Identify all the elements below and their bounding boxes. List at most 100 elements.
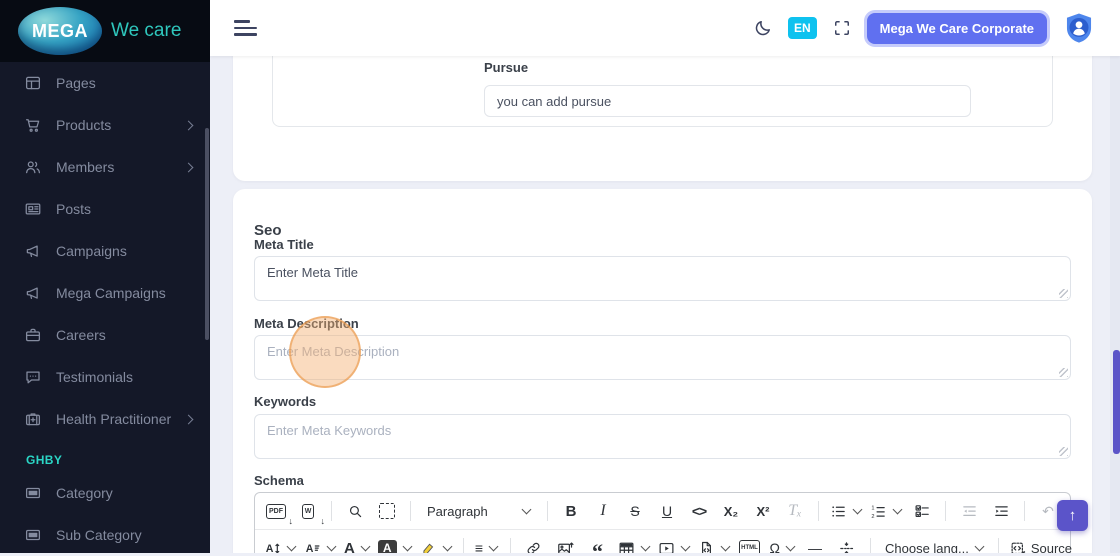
horizontal-line-button[interactable]: — <box>800 535 830 553</box>
sidebar-item-category[interactable]: Category <box>0 472 210 514</box>
select-all-button-icon <box>379 503 395 519</box>
highlight-icon <box>420 540 437 554</box>
fontfamily-icon: A <box>304 540 321 554</box>
table-icon <box>618 540 635 554</box>
bold-button[interactable]: B <box>556 498 586 524</box>
sidebar-item-label: Mega Campaigns <box>56 285 166 301</box>
sidebar-item-careers[interactable]: Careers <box>0 314 210 356</box>
chat-icon <box>24 368 42 386</box>
remove-format-button[interactable]: Tₓ <box>780 498 810 524</box>
paragraph-dropdown[interactable]: Paragraph <box>419 498 539 524</box>
block-quote-button[interactable]: “ <box>583 535 613 553</box>
underline-button[interactable]: U <box>652 498 682 524</box>
sidebar-item-testimonials[interactable]: Testimonials <box>0 356 210 398</box>
alignment-button-glyph: ≡ <box>475 541 483 553</box>
special-characters-button[interactable]: Ω <box>767 535 798 553</box>
toolbar-separator <box>410 501 411 521</box>
code-button[interactable]: <> <box>684 498 714 524</box>
alignment-button[interactable]: ≡ <box>472 535 502 553</box>
ol-icon: 12 <box>870 503 887 520</box>
chevron-down-icon <box>522 505 532 515</box>
page-scrollbar-track[interactable] <box>1110 56 1120 553</box>
meta-description-field-wrap <box>254 335 1071 380</box>
user-avatar[interactable] <box>1062 11 1096 45</box>
bulleted-list-button[interactable] <box>827 498 865 524</box>
export-pdf-button[interactable]: PDF <box>261 498 291 524</box>
menu-toggle-icon[interactable] <box>234 20 257 35</box>
html-embed-button[interactable]: HTML <box>735 535 765 553</box>
font-color-button[interactable]: A <box>341 535 373 553</box>
chevron-down-icon <box>287 542 297 552</box>
highlight-button[interactable] <box>417 535 455 553</box>
sidebar-item-label: Testimonials <box>56 369 133 385</box>
todo-icon <box>914 503 931 520</box>
news-icon <box>24 200 42 218</box>
chevron-down-icon <box>360 542 370 552</box>
keywords-input[interactable] <box>254 414 1071 459</box>
language-dropdown[interactable]: Choose lang... <box>879 535 990 553</box>
sidebar-item-sub-category[interactable]: Sub Category <box>0 514 210 556</box>
schema-richtext-editor: PDFWParagraphBISU<>X₂X²Tₓ12↶↷ AAAA≡“HTML… <box>254 492 1071 553</box>
sidebar-item-pages[interactable]: Pages <box>0 62 210 104</box>
dark-mode-moon-icon[interactable] <box>753 18 773 38</box>
font-color-button-glyph: A <box>344 541 355 554</box>
pursue-input[interactable] <box>484 85 971 117</box>
sidebar-item-products[interactable]: Products <box>0 104 210 146</box>
source-button[interactable]: Source <box>1007 535 1075 553</box>
chevron-down-icon <box>720 542 730 552</box>
meta-title-input[interactable] <box>254 256 1071 301</box>
main-content: Pursue Seo Meta Title Meta Description K… <box>210 56 1120 553</box>
sidebar-item-label: Sub Category <box>56 527 142 543</box>
italic-button-glyph: I <box>600 503 605 519</box>
sidebar-item-health-practitioner[interactable]: Health Practitioner <box>0 398 210 440</box>
todo-list-button[interactable] <box>907 498 937 524</box>
outdent-button[interactable] <box>954 498 984 524</box>
subscript-button-glyph: X₂ <box>724 505 738 518</box>
paragraph-dropdown-label: Paragraph <box>427 504 488 519</box>
code-block-button[interactable] <box>695 535 733 553</box>
workspace-button[interactable]: Mega We Care Corporate <box>867 13 1047 44</box>
sidebar-item-label: Careers <box>56 327 106 343</box>
strikethrough-button[interactable]: S <box>620 498 650 524</box>
logo-brand: MEGA <box>32 21 88 42</box>
insert-table-button[interactable] <box>615 535 653 553</box>
meta-description-input[interactable] <box>254 335 1071 380</box>
sidebar: MEGA We care PagesProductsMembersPostsCa… <box>0 0 210 553</box>
toolbar-separator <box>1024 501 1025 521</box>
superscript-button[interactable]: X² <box>748 498 778 524</box>
editor-toolbar-row-2: AAAA≡“HTMLΩ—Choose lang...Source <box>255 530 1070 553</box>
underline-button-glyph: U <box>662 504 672 518</box>
logo-tagline: We care <box>111 20 181 42</box>
page-break-button[interactable] <box>832 535 862 553</box>
source-icon <box>1010 540 1027 554</box>
sidebar-item-campaigns[interactable]: Campaigns <box>0 230 210 272</box>
scroll-to-top-button[interactable]: ↑ <box>1057 500 1088 531</box>
language-badge[interactable]: EN <box>788 17 817 39</box>
font-size-button[interactable]: A <box>261 535 299 553</box>
sidebar-item-mega-campaigns[interactable]: Mega Campaigns <box>0 272 210 314</box>
indent-button[interactable] <box>986 498 1016 524</box>
media-embed-button[interactable] <box>655 535 693 553</box>
sidebar-item-members[interactable]: Members <box>0 146 210 188</box>
page-scrollbar-thumb[interactable] <box>1113 350 1120 454</box>
insert-image-button[interactable] <box>551 535 581 553</box>
export-word-button[interactable]: W <box>293 498 323 524</box>
select-all-button[interactable] <box>372 498 402 524</box>
cart-icon <box>24 116 42 134</box>
sidebar-scrollbar[interactable] <box>205 128 209 340</box>
find-and-replace-button[interactable] <box>340 498 370 524</box>
numbered-list-button[interactable]: 12 <box>867 498 905 524</box>
sidebar-item-posts[interactable]: Posts <box>0 188 210 230</box>
magnifier-icon <box>347 503 364 520</box>
subscript-button[interactable]: X₂ <box>716 498 746 524</box>
briefcase-icon <box>24 326 42 344</box>
bold-button-glyph: B <box>566 504 577 519</box>
font-family-button[interactable]: A <box>301 535 339 553</box>
keywords-label: Keywords <box>254 394 316 409</box>
fullscreen-icon[interactable] <box>832 18 852 38</box>
link-button[interactable] <box>519 535 549 553</box>
font-background-button[interactable]: A <box>375 535 415 553</box>
chevron-right-icon <box>184 120 194 130</box>
pursue-label: Pursue <box>484 60 528 75</box>
italic-button[interactable]: I <box>588 498 618 524</box>
